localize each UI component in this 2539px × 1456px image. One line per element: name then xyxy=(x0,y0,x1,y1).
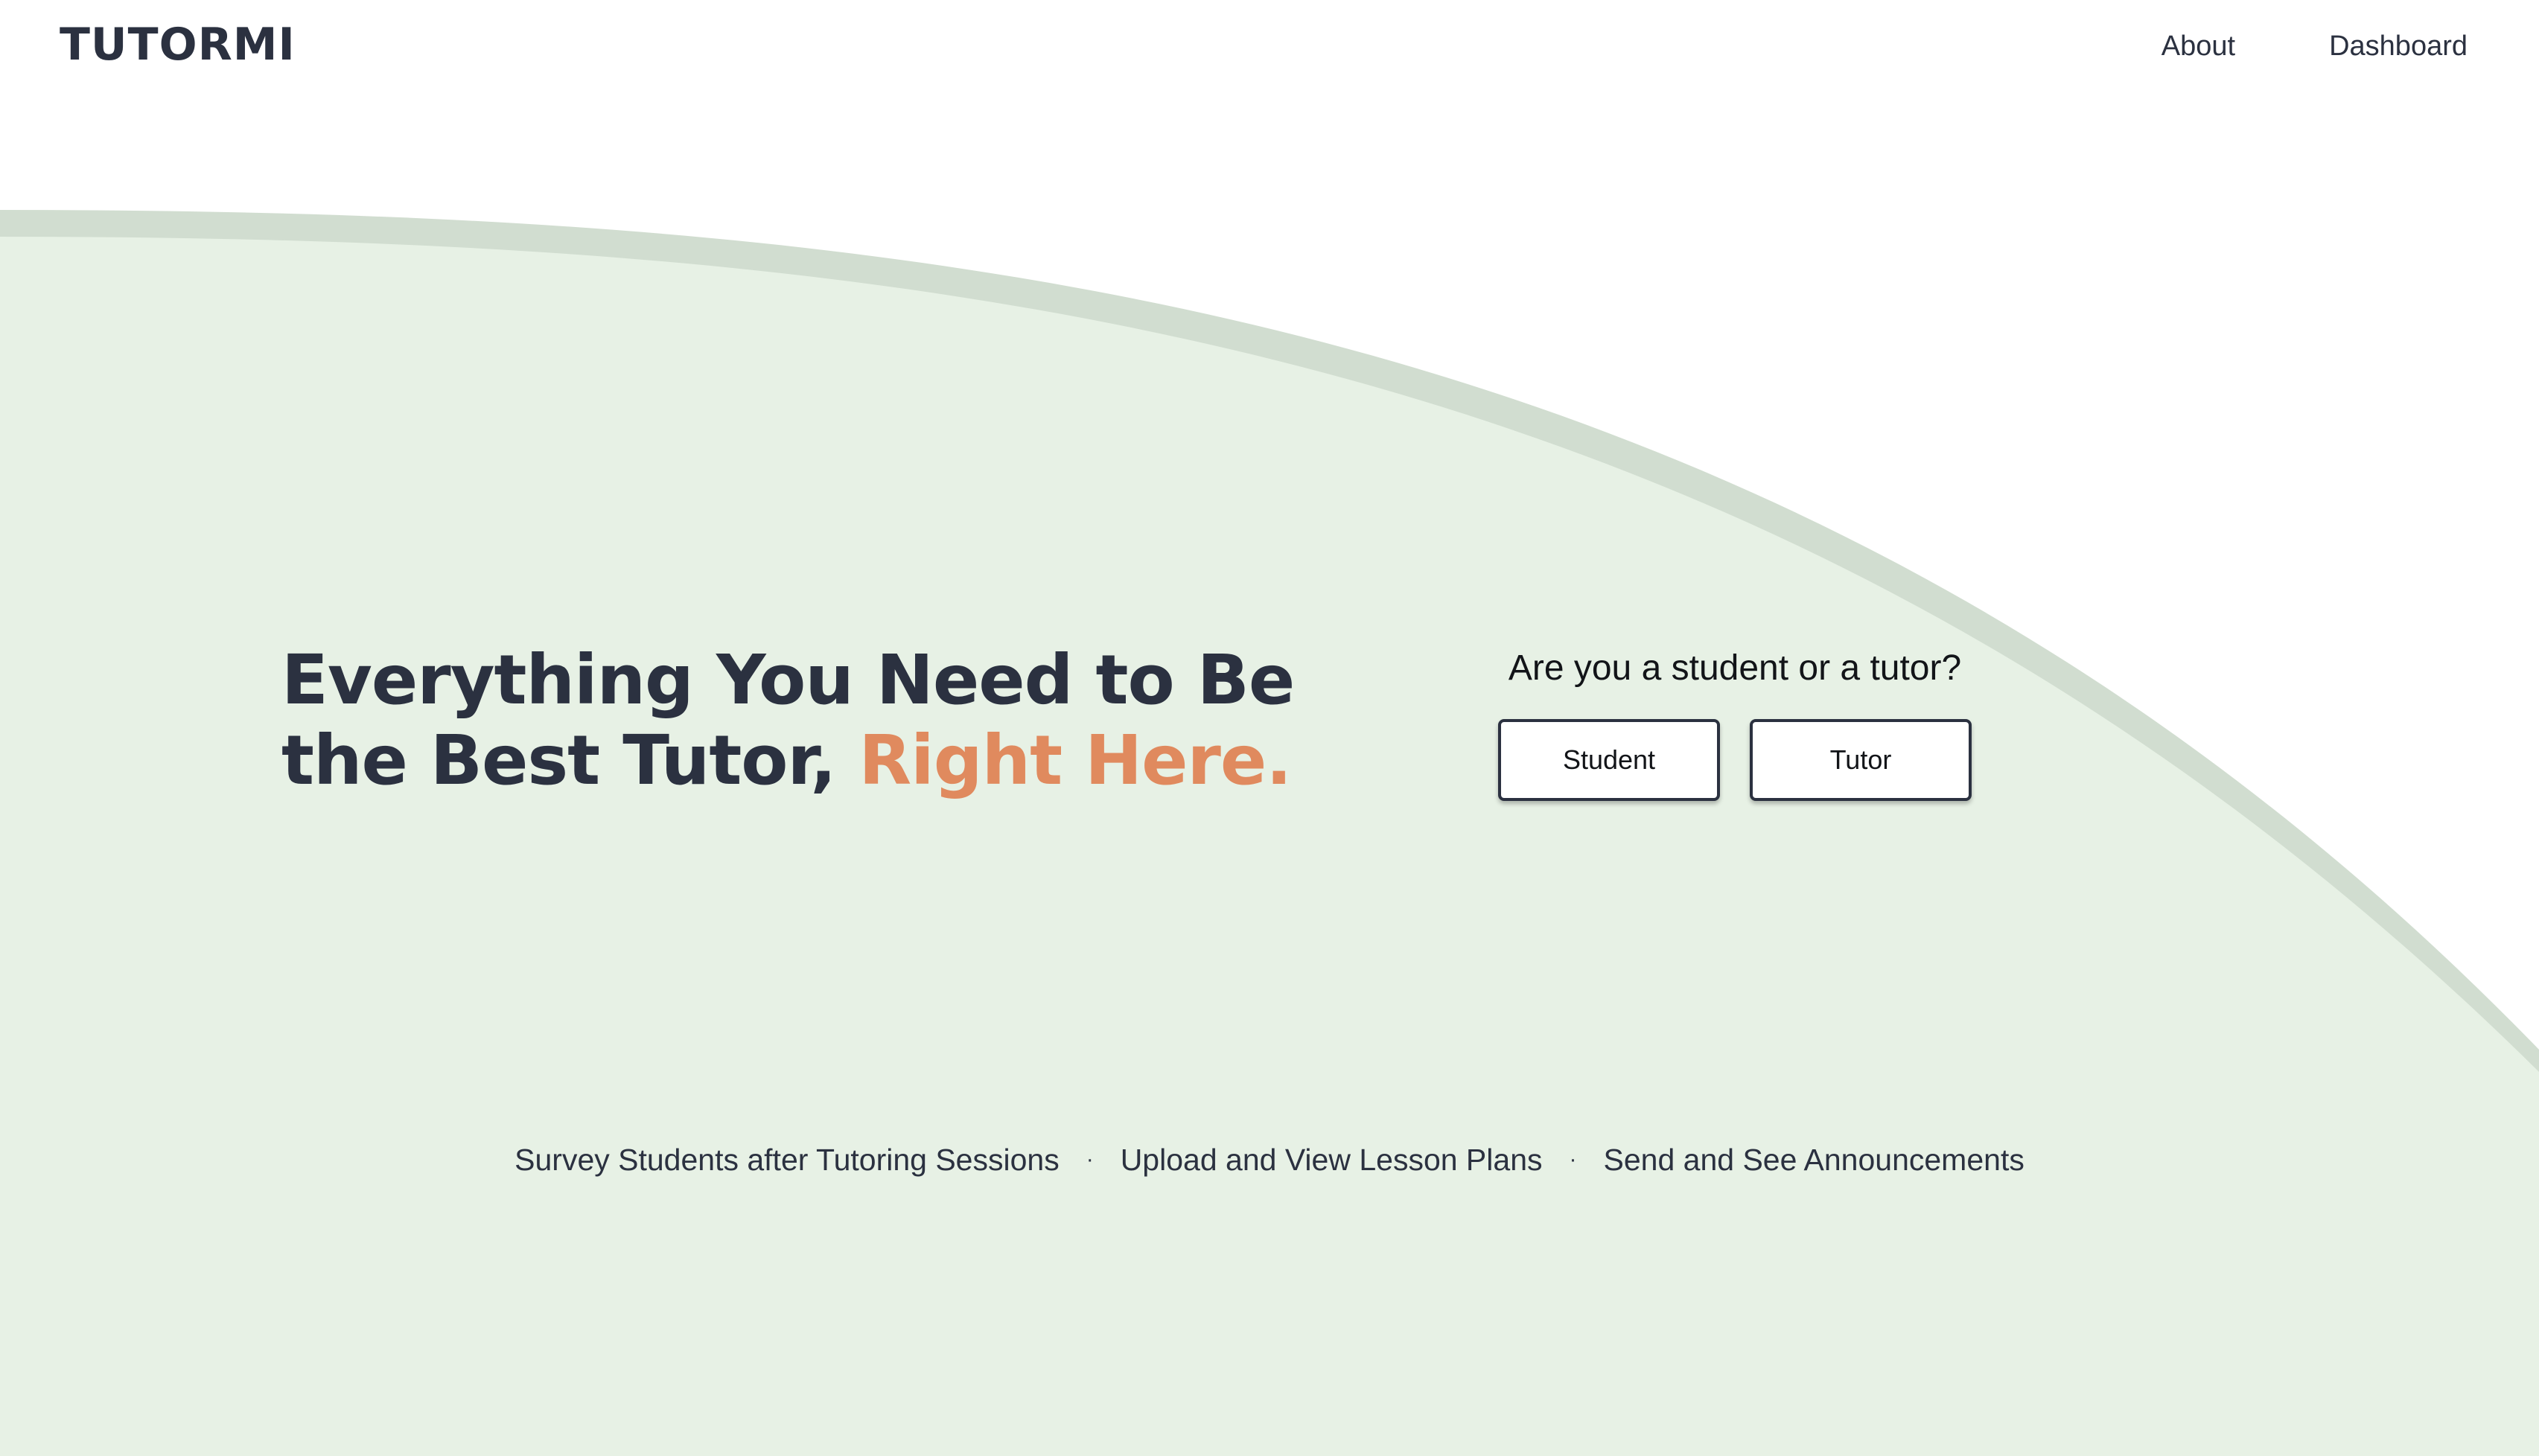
nav-links: About Dashboard xyxy=(2068,25,2468,67)
feature-separator: · xyxy=(1569,1147,1577,1172)
green-fill xyxy=(0,237,2539,1456)
nav-link-about[interactable]: About xyxy=(2162,25,2235,67)
feature-item-lesson-plans: Upload and View Lesson Plans xyxy=(1120,1143,1543,1177)
brand-logo[interactable]: TUTORMI xyxy=(60,18,296,71)
role-choice-panel: Are you a student or a tutor? Student Tu… xyxy=(1474,646,1995,801)
feature-item-survey: Survey Students after Tutoring Sessions xyxy=(515,1143,1060,1177)
role-question: Are you a student or a tutor? xyxy=(1508,648,1962,688)
student-button[interactable]: Student xyxy=(1498,719,1720,801)
feature-list: Survey Students after Tutoring Sessions … xyxy=(0,1139,2539,1181)
nav-link-dashboard[interactable]: Dashboard xyxy=(2329,25,2468,67)
hero-headline-accent: Right Here. xyxy=(858,721,1292,800)
tutor-button[interactable]: Tutor xyxy=(1750,719,1972,801)
feature-item-announcements: Send and See Announcements xyxy=(1603,1143,2024,1177)
role-buttons: Student Tutor xyxy=(1474,719,1995,801)
feature-separator: · xyxy=(1086,1147,1094,1172)
top-navbar: TUTORMI About Dashboard xyxy=(0,0,2539,97)
hero-headline: Everything You Need to Be the Best Tutor… xyxy=(281,640,1361,801)
